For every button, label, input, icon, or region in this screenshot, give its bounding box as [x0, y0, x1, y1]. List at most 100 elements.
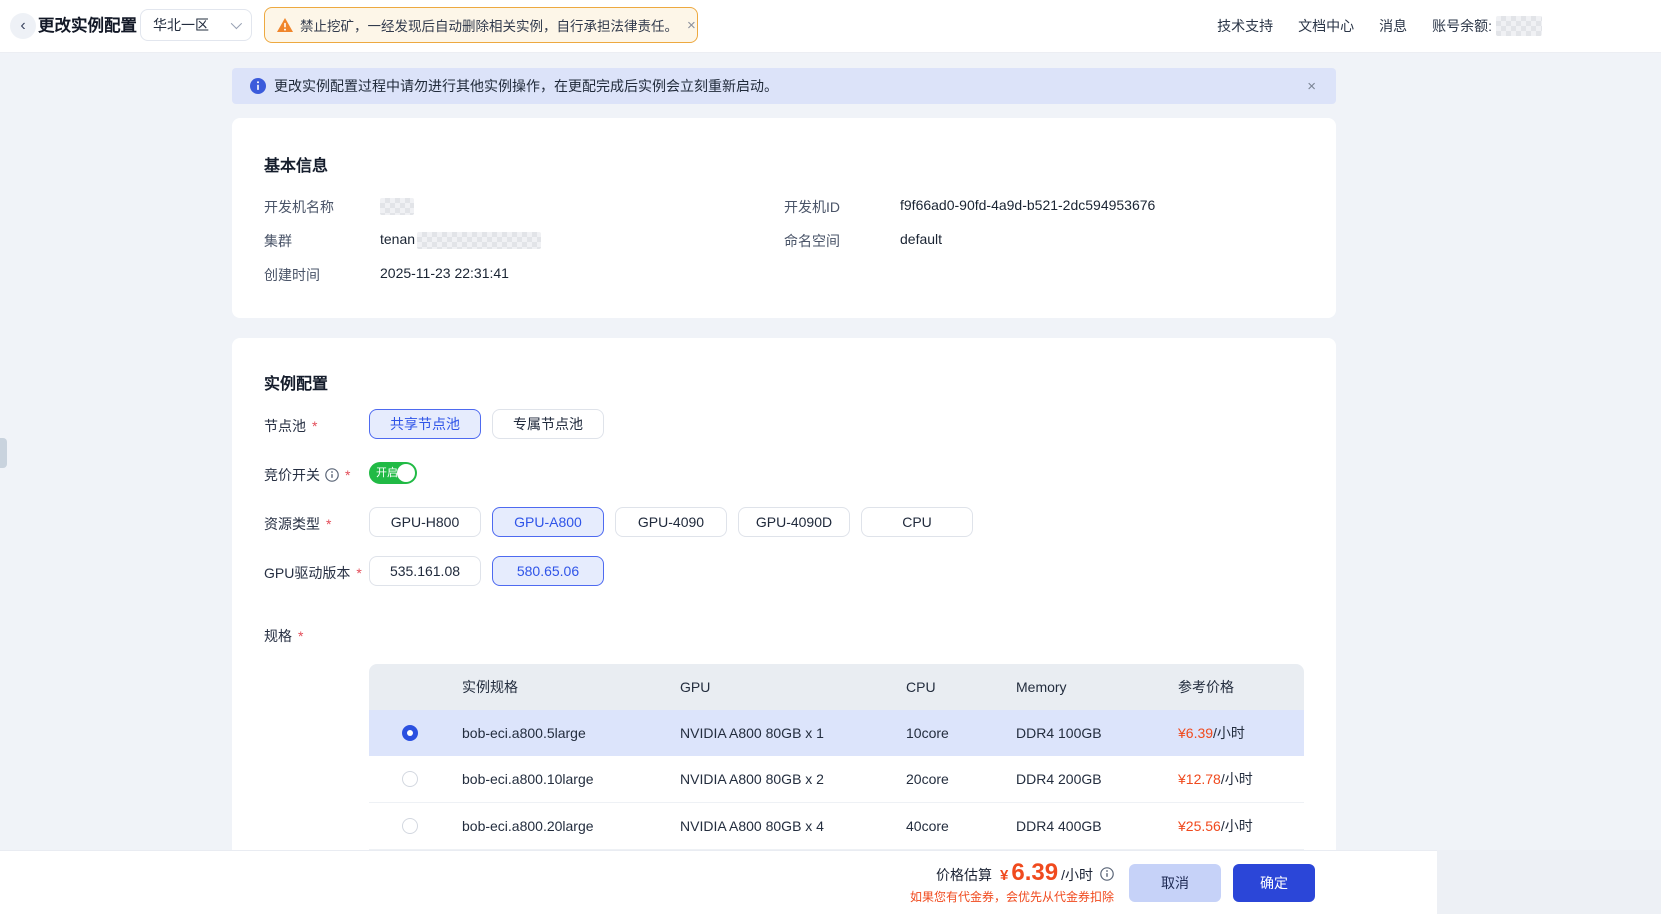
cell-memory: DDR4 200GB — [1005, 771, 1167, 787]
toggle-knob — [397, 464, 415, 482]
node-pool-option-shared[interactable]: 共享节点池 — [369, 409, 481, 439]
namespace-label: 命名空间 — [784, 231, 840, 251]
region-select[interactable]: 华北一区 — [140, 9, 252, 41]
top-header: ‹ 更改实例配置 华北一区 禁止挖矿，一经发现后自动删除相关实例，自行承担法律责… — [0, 0, 1661, 53]
driver-option-580[interactable]: 580.65.06 — [492, 556, 604, 586]
notice-banner: 更改实例配置过程中请勿进行其他实例操作，在更配完成后实例会立刻重新启动。 × — [232, 68, 1336, 104]
radio-unselected-icon[interactable] — [402, 818, 418, 834]
nav-tech-support[interactable]: 技术支持 — [1217, 16, 1273, 36]
account-balance: 账号余额: — [1432, 16, 1542, 36]
column-header-price: 参考价格 — [1167, 677, 1304, 697]
cell-price: ¥12.78/小时 — [1167, 769, 1304, 789]
cell-spec: bob-eci.a800.5large — [451, 725, 669, 741]
resource-option-gpu-h800[interactable]: GPU-H800 — [369, 507, 481, 537]
notice-close-icon[interactable]: × — [1307, 78, 1316, 95]
required-mark: * — [298, 628, 303, 644]
anti-mining-warning-banner: 禁止挖矿，一经发现后自动删除相关实例，自行承担法律责任。 × — [264, 7, 698, 43]
instance-config-title: 实例配置 — [264, 370, 328, 394]
driver-version-options: 535.161.08 580.65.06 — [369, 556, 604, 586]
price-amount: 6.39 — [1011, 861, 1058, 885]
node-pool-options: 共享节点池 专属节点池 — [369, 409, 604, 439]
resource-option-gpu-4090[interactable]: GPU-4090 — [615, 507, 727, 537]
spec-label: 规格* — [264, 626, 303, 646]
nav-messages[interactable]: 消息 — [1379, 16, 1407, 36]
radio-unselected-icon[interactable] — [402, 771, 418, 787]
cell-memory: DDR4 100GB — [1005, 725, 1167, 741]
column-header-cpu: CPU — [895, 679, 1005, 695]
cell-cpu: 20core — [895, 771, 1005, 787]
radio-selected-icon[interactable] — [402, 725, 418, 741]
spot-switch-label: 竞价开关 * — [264, 465, 350, 485]
coupon-note: 如果您有代金券，会优先从代金券扣除 — [910, 888, 1114, 905]
namespace-value: default — [900, 231, 942, 247]
cell-gpu: NVIDIA A800 80GB x 4 — [669, 818, 895, 834]
cell-spec: bob-eci.a800.20large — [451, 818, 669, 834]
cell-memory: DDR4 400GB — [1005, 818, 1167, 834]
redacted-machine-name — [380, 198, 414, 215]
drawer-handle[interactable] — [0, 438, 7, 468]
info-circle-icon[interactable] — [1100, 867, 1114, 881]
required-mark: * — [345, 467, 350, 483]
price-estimate: 价格估算 ¥ 6.39 /小时 如果您有代金券，会优先从代金券扣除 — [910, 861, 1114, 905]
notice-text: 更改实例配置过程中请勿进行其他实例操作，在更配完成后实例会立刻重新启动。 — [274, 76, 1299, 96]
redacted-cluster-value — [417, 232, 541, 249]
resource-option-gpu-4090d[interactable]: GPU-4090D — [738, 507, 850, 537]
warning-close-icon[interactable]: × — [685, 17, 698, 34]
column-header-gpu: GPU — [669, 679, 895, 695]
node-pool-option-dedicated[interactable]: 专属节点池 — [492, 409, 604, 439]
cell-spec: bob-eci.a800.10large — [451, 771, 669, 787]
spot-toggle-text: 开启 — [376, 462, 398, 484]
top-nav: 技术支持 文档中心 消息 账号余额: — [1217, 0, 1542, 52]
bottom-action-bar: 价格估算 ¥ 6.39 /小时 如果您有代金券，会优先从代金券扣除 取消 确定 — [0, 850, 1437, 914]
nav-doc-center[interactable]: 文档中心 — [1298, 16, 1354, 36]
driver-option-535[interactable]: 535.161.08 — [369, 556, 481, 586]
basic-info-card: 基本信息 开发机名称 开发机ID f9f66ad0-90fd-4a9d-b521… — [232, 118, 1336, 318]
cluster-label: 集群 — [264, 231, 292, 251]
machine-name-value — [380, 197, 414, 215]
cell-gpu: NVIDIA A800 80GB x 2 — [669, 771, 895, 787]
instance-config-card: 实例配置 节点池* 共享节点池 专属节点池 竞价开关 * 开启 资源类型* GP… — [232, 338, 1336, 870]
warning-text: 禁止挖矿，一经发现后自动删除相关实例，自行承担法律责任。 — [300, 15, 678, 35]
back-button[interactable]: ‹ — [10, 13, 36, 39]
cancel-button[interactable]: 取消 — [1129, 864, 1221, 902]
cell-price: ¥25.56/小时 — [1167, 816, 1304, 836]
page-title: 更改实例配置 — [38, 0, 137, 52]
cell-price: ¥6.39/小时 — [1167, 723, 1304, 743]
machine-id-label: 开发机ID — [784, 197, 840, 217]
cluster-value: tenan — [380, 231, 541, 249]
machine-id-value: f9f66ad0-90fd-4a9d-b521-2dc594953676 — [900, 197, 1155, 213]
spec-table-header: 实例规格 GPU CPU Memory 参考价格 — [369, 664, 1304, 710]
created-time-value: 2025-11-23 22:31:41 — [380, 265, 509, 281]
resource-option-gpu-a800[interactable]: GPU-A800 — [492, 507, 604, 537]
cell-cpu: 40core — [895, 818, 1005, 834]
footer-right-filler — [1437, 850, 1661, 914]
chevron-down-icon — [231, 18, 242, 29]
node-pool-label: 节点池* — [264, 416, 317, 436]
required-mark: * — [312, 418, 317, 434]
info-circle-icon[interactable] — [325, 468, 339, 482]
spot-toggle-on[interactable]: 开启 — [369, 462, 417, 484]
resource-type-label: 资源类型* — [264, 514, 331, 534]
chevron-left-icon: ‹ — [20, 17, 25, 35]
required-mark: * — [356, 565, 361, 581]
price-unit: /小时 — [1061, 865, 1093, 885]
warning-triangle-icon — [277, 18, 293, 32]
machine-name-label: 开发机名称 — [264, 197, 334, 217]
resource-option-cpu[interactable]: CPU — [861, 507, 973, 537]
spec-table-row[interactable]: bob-eci.a800.20large NVIDIA A800 80GB x … — [369, 803, 1304, 850]
price-estimate-label: 价格估算 — [936, 865, 992, 885]
spec-table-row[interactable]: bob-eci.a800.5large NVIDIA A800 80GB x 1… — [369, 710, 1304, 756]
driver-version-label: GPU驱动版本* — [264, 563, 362, 583]
spec-table: 实例规格 GPU CPU Memory 参考价格 bob-eci.a800.5l… — [369, 664, 1304, 850]
created-time-label: 创建时间 — [264, 265, 320, 285]
column-header-spec: 实例规格 — [451, 677, 669, 697]
spec-table-row[interactable]: bob-eci.a800.10large NVIDIA A800 80GB x … — [369, 756, 1304, 803]
currency-symbol: ¥ — [1000, 867, 1008, 884]
confirm-button[interactable]: 确定 — [1233, 864, 1315, 902]
cell-gpu: NVIDIA A800 80GB x 1 — [669, 725, 895, 741]
info-icon — [250, 78, 266, 94]
region-select-value: 华北一区 — [153, 15, 209, 35]
account-balance-label: 账号余额: — [1432, 16, 1492, 36]
cell-cpu: 10core — [895, 725, 1005, 741]
column-header-memory: Memory — [1005, 679, 1167, 695]
